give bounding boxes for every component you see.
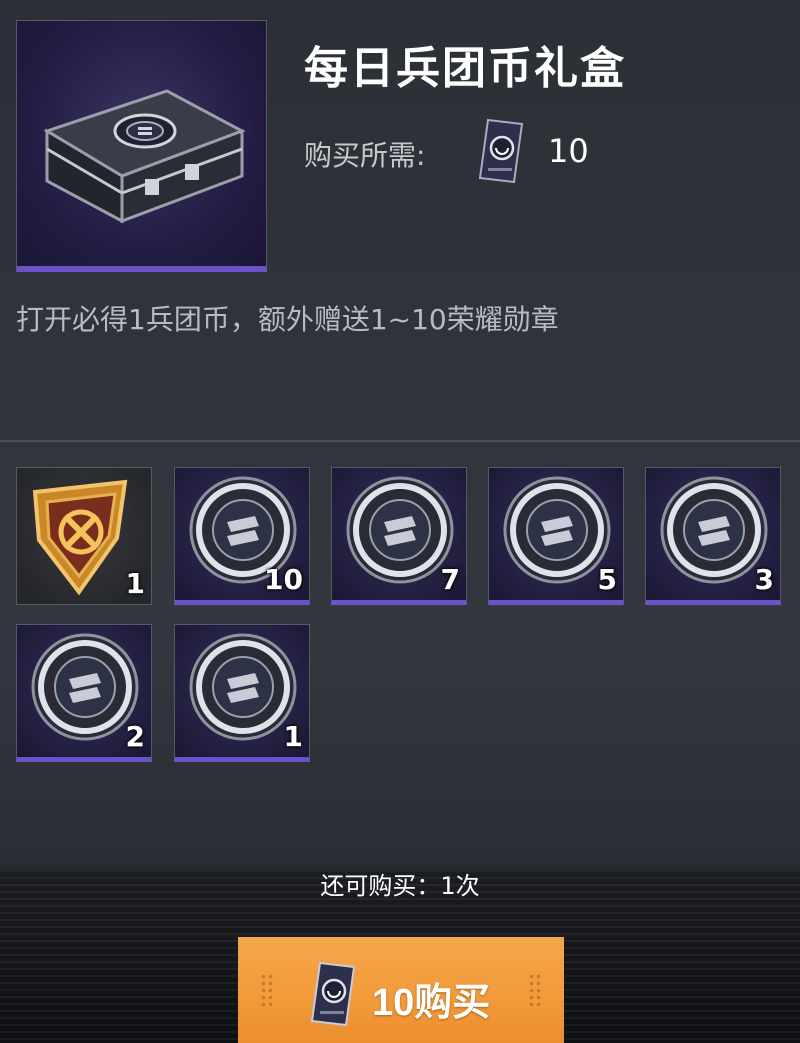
reward-quantity: 1 bbox=[283, 720, 303, 753]
section-divider bbox=[0, 440, 800, 442]
reward-quantity: 2 bbox=[125, 720, 145, 753]
reward-slot-3[interactable]: 7 bbox=[331, 467, 467, 605]
gift-case-icon bbox=[43, 89, 246, 224]
button-decoration bbox=[260, 973, 274, 1007]
reward-quantity: 5 bbox=[597, 563, 617, 596]
legion-coin-card-icon bbox=[310, 961, 356, 1030]
item-description: 打开必得1兵团币，额外赠送1~10荣耀勋章 bbox=[16, 303, 559, 336]
reward-slot-4[interactable]: 5 bbox=[488, 467, 624, 605]
button-decoration bbox=[528, 973, 542, 1007]
reward-quantity: 1 bbox=[125, 567, 145, 600]
legion-coin-card-icon bbox=[478, 118, 524, 188]
buy-button[interactable]: 10购买 bbox=[238, 937, 564, 1043]
reward-quantity: 7 bbox=[440, 563, 460, 596]
reward-slot-1[interactable]: 1 bbox=[16, 467, 152, 605]
reward-quantity: 3 bbox=[754, 563, 774, 596]
reward-slot-2[interactable]: 10 bbox=[174, 467, 310, 605]
reward-slot-5[interactable]: 3 bbox=[645, 467, 781, 605]
reward-quantity: 10 bbox=[264, 563, 303, 596]
remaining-value: 1次 bbox=[440, 872, 480, 900]
buy-button-label: 10购买 bbox=[372, 982, 491, 1024]
price-value: 10 bbox=[548, 132, 589, 170]
reward-slot-7[interactable]: 1 bbox=[174, 624, 310, 762]
reward-slot-6[interactable]: 2 bbox=[16, 624, 152, 762]
price-label: 购买所需: bbox=[304, 139, 426, 172]
item-title: 每日兵团币礼盒 bbox=[304, 43, 626, 94]
remaining-purchases: 还可购买：1次 bbox=[0, 866, 800, 901]
gift-case-image bbox=[16, 20, 267, 272]
remaining-label: 还可购买： bbox=[320, 872, 441, 900]
